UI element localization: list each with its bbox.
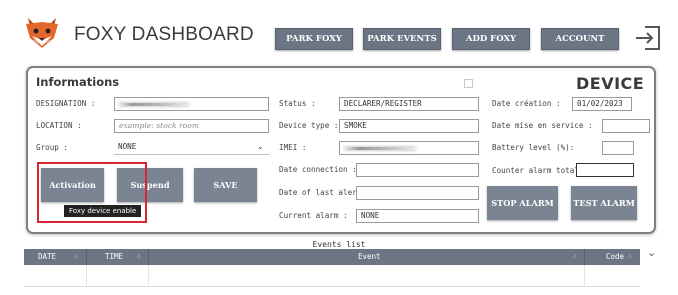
service-date-label: Date mise en service : xyxy=(492,121,593,130)
stop-alarm-button[interactable]: STOP ALARM xyxy=(487,186,558,220)
events-list-title: Events list xyxy=(312,240,366,249)
counter-alarm-field[interactable] xyxy=(576,163,634,177)
imei-field[interactable] xyxy=(339,141,479,155)
status-label: Status : xyxy=(279,99,316,108)
battery-level-field[interactable] xyxy=(602,141,634,155)
location-label: LOCATION : xyxy=(36,121,82,130)
events-table-header: DATE △ TIME △ Event △ Code △ xyxy=(24,249,640,265)
redacted-designation xyxy=(119,103,189,106)
creation-date-field[interactable]: 01/02/2023 xyxy=(572,97,632,111)
sort-icon[interactable]: △ xyxy=(628,252,632,259)
group-label: Group : xyxy=(36,143,69,152)
battery-level-label: Battery level (%): xyxy=(492,143,575,152)
column-code[interactable]: Code xyxy=(606,249,624,265)
nav-account-button[interactable]: ACCOUNT xyxy=(541,28,619,50)
nav-add-foxy-button[interactable]: ADD FOXY xyxy=(452,28,530,50)
foxy-logo-icon xyxy=(26,18,58,48)
counter-alarm-label: Counter alarm total : xyxy=(492,166,589,175)
current-alarm-field[interactable]: NONE xyxy=(356,209,479,223)
panel-checkbox[interactable] xyxy=(464,79,473,88)
designation-field[interactable] xyxy=(114,97,269,111)
column-time[interactable]: TIME xyxy=(105,249,123,265)
imei-label: IMEI : xyxy=(279,143,307,152)
events-table-body xyxy=(24,265,640,287)
designation-label: DESIGNATION : xyxy=(36,99,96,108)
information-panel: Informations DEVICE DESIGNATION : LOCATI… xyxy=(26,66,656,234)
column-event[interactable]: Event xyxy=(358,249,381,265)
device-heading: DEVICE xyxy=(576,74,645,93)
chevron-down-icon[interactable]: ⌄ xyxy=(257,142,264,151)
column-divider xyxy=(584,249,585,265)
date-last-alert-field[interactable] xyxy=(356,186,479,200)
save-button[interactable]: SAVE xyxy=(194,168,257,202)
sort-icon[interactable]: △ xyxy=(74,252,78,259)
app-title: FOXY DASHBOARD xyxy=(74,24,254,45)
column-divider xyxy=(148,249,149,265)
sort-icon[interactable]: △ xyxy=(137,252,141,259)
column-divider xyxy=(584,265,585,287)
column-divider xyxy=(86,249,87,265)
date-connection-field[interactable] xyxy=(356,163,479,177)
status-field[interactable]: DECLARER/REGISTER xyxy=(339,97,479,111)
device-type-label: Device type : xyxy=(279,121,339,130)
test-alarm-button[interactable]: TEST ALARM xyxy=(571,186,637,220)
logout-icon[interactable] xyxy=(633,24,663,52)
service-date-field[interactable] xyxy=(602,119,650,133)
sort-icon[interactable]: △ xyxy=(573,252,577,259)
current-alarm-label: Current alarm : xyxy=(279,211,348,220)
nav-park-events-button[interactable]: PARK EVENTS xyxy=(363,28,441,50)
activation-tooltip: Foxy device enable xyxy=(64,205,142,217)
chevron-down-icon[interactable]: ⌄ xyxy=(647,246,656,259)
date-connection-label: Date connection : xyxy=(279,165,357,174)
column-date[interactable]: DATE xyxy=(38,249,56,265)
creation-date-label: Date création : xyxy=(492,99,561,108)
column-divider xyxy=(86,265,87,287)
redacted-imei xyxy=(344,147,416,150)
nav-park-foxy-button[interactable]: PARK FOXY xyxy=(275,28,353,50)
group-select[interactable]: NONE xyxy=(114,141,269,155)
informations-heading: Informations xyxy=(36,75,120,89)
column-divider xyxy=(148,265,149,287)
group-select-value: NONE xyxy=(118,142,137,151)
device-type-field[interactable]: SMOKE xyxy=(339,119,479,133)
location-input[interactable]: example: stock room xyxy=(114,119,269,133)
